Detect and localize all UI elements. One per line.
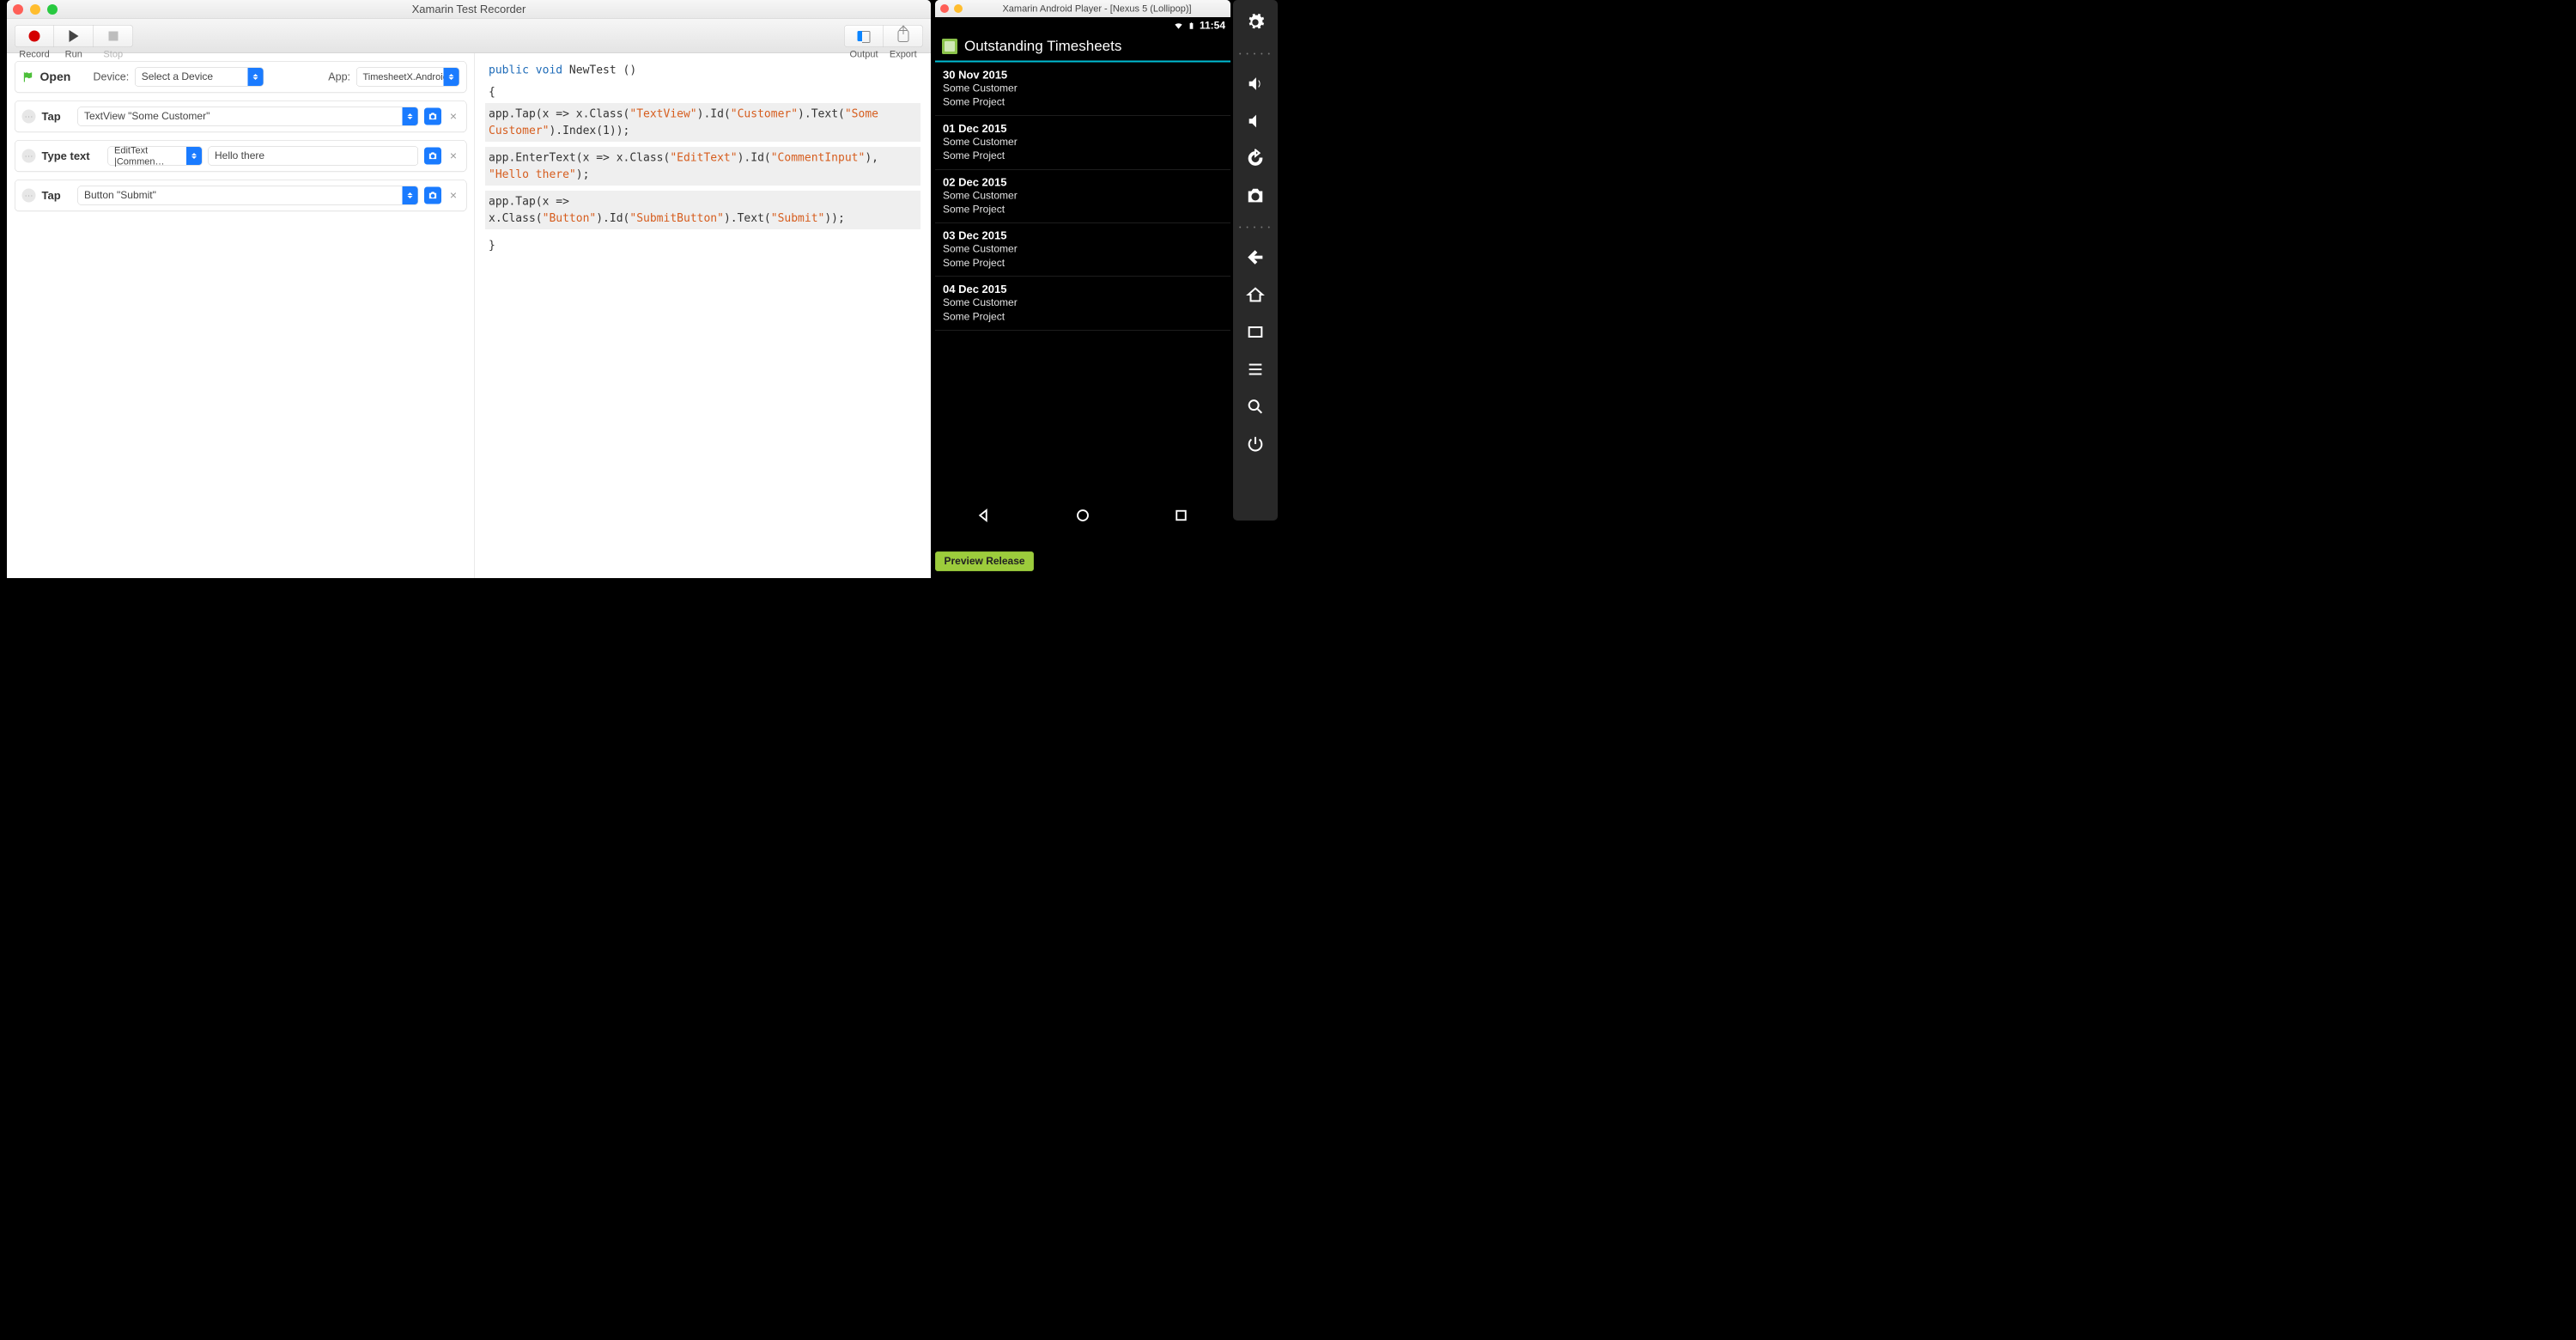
rotate-button[interactable]	[1246, 149, 1265, 170]
code-pane[interactable]: public void NewTest () { app.Tap(x => x.…	[475, 53, 931, 578]
app-title: Outstanding Timesheets	[964, 38, 1121, 55]
recorder-toolbar: Record Run Stop Output Export	[7, 19, 931, 53]
volume-up-button[interactable]	[1246, 75, 1265, 95]
step-selector[interactable]: EditText |Commen…	[108, 147, 203, 166]
wifi-icon	[1174, 21, 1183, 31]
separator-icon: • • • • •	[1239, 51, 1272, 58]
step-text-input[interactable]: Hello there	[209, 147, 418, 166]
step-handle-icon[interactable]: ⋯	[22, 189, 36, 203]
device-select[interactable]: Select a Device	[135, 68, 264, 87]
steps-pane: Open Device: Select a Device App: Timesh…	[7, 53, 475, 578]
delete-step-button[interactable]: ×	[447, 189, 459, 203]
preview-release-badge: Preview Release	[935, 551, 1034, 571]
window-minimize-icon[interactable]	[30, 4, 40, 15]
record-icon	[29, 30, 40, 41]
screenshot-button[interactable]	[424, 108, 441, 125]
list-item[interactable]: 01 Dec 2015 Some Customer Some Project	[935, 116, 1230, 169]
window-close-icon[interactable]	[13, 4, 23, 15]
search-button[interactable]	[1246, 398, 1265, 418]
list-item[interactable]: 04 Dec 2015 Some Customer Some Project	[935, 277, 1230, 330]
open-step: Open Device: Select a Device App: Timesh…	[15, 61, 467, 93]
app-select[interactable]: TimesheetX.Android…	[356, 68, 459, 87]
delete-step-button[interactable]: ×	[447, 110, 459, 124]
step-row: ⋯ Type text EditText |Commen… Hello ther…	[15, 140, 467, 172]
player-side-toolbar: • • • • • • • • • •	[1233, 0, 1278, 521]
step-row: ⋯ Tap Button "Submit" ×	[15, 180, 467, 211]
run-button[interactable]: Run	[54, 25, 94, 47]
step-action: Type text	[42, 149, 102, 163]
camera-button[interactable]	[1246, 186, 1265, 207]
window-minimize-icon[interactable]	[954, 4, 963, 13]
window-close-icon[interactable]	[940, 4, 949, 13]
nav-back-button[interactable]	[1246, 248, 1265, 269]
export-button[interactable]: Export	[884, 25, 923, 47]
stop-icon	[108, 31, 118, 40]
open-label: Open	[40, 70, 88, 84]
step-handle-icon[interactable]: ⋯	[22, 110, 36, 124]
recorder-window: Xamarin Test Recorder Record Run Stop	[7, 0, 931, 578]
device-screen[interactable]: 11:54 Outstanding Timesheets 30 Nov 2015…	[935, 17, 1230, 533]
output-icon	[858, 31, 871, 41]
timesheet-list[interactable]: 30 Nov 2015 Some Customer Some Project 0…	[935, 63, 1230, 499]
list-item[interactable]: 30 Nov 2015 Some Customer Some Project	[935, 63, 1230, 116]
volume-down-button[interactable]	[1246, 112, 1265, 132]
settings-button[interactable]	[1246, 13, 1265, 34]
nav-recents-button[interactable]	[1246, 323, 1265, 344]
power-button[interactable]	[1246, 435, 1265, 455]
battery-icon	[1188, 21, 1195, 31]
output-button[interactable]: Output	[844, 25, 884, 47]
recorder-titlebar: Xamarin Test Recorder	[7, 0, 931, 19]
nav-home-button[interactable]	[1246, 285, 1265, 306]
player-title: Xamarin Android Player - [Nexus 5 (Lolli…	[969, 3, 1225, 15]
android-player-window: Xamarin Android Player - [Nexus 5 (Lolli…	[935, 0, 1230, 533]
player-titlebar: Xamarin Android Player - [Nexus 5 (Lolli…	[935, 0, 1230, 17]
stop-button[interactable]: Stop	[94, 25, 133, 47]
device-label: Device:	[94, 70, 130, 83]
android-statusbar: 11:54	[935, 17, 1230, 34]
step-action: Tap	[42, 110, 72, 124]
record-button[interactable]: Record	[15, 25, 54, 47]
menu-button[interactable]	[1246, 360, 1265, 381]
recents-icon[interactable]	[1174, 508, 1189, 523]
step-handle-icon[interactable]: ⋯	[22, 149, 36, 163]
delete-step-button[interactable]: ×	[447, 149, 459, 163]
app-label: App:	[328, 70, 350, 83]
list-item[interactable]: 02 Dec 2015 Some Customer Some Project	[935, 169, 1230, 222]
screenshot-button[interactable]	[424, 148, 441, 165]
step-action: Tap	[42, 189, 72, 203]
step-selector[interactable]: Button "Submit"	[78, 186, 418, 205]
flag-icon	[22, 71, 34, 83]
step-row: ⋯ Tap TextView "Some Customer" ×	[15, 100, 467, 132]
android-navbar	[935, 498, 1230, 533]
app-header: Outstanding Timesheets	[935, 34, 1230, 63]
step-selector[interactable]: TextView "Some Customer"	[78, 107, 418, 126]
play-icon	[69, 30, 78, 42]
app-icon	[942, 39, 957, 54]
separator-icon: • • • • •	[1239, 224, 1272, 231]
home-icon[interactable]	[1075, 508, 1091, 523]
window-maximize-icon[interactable]	[47, 4, 58, 15]
list-item[interactable]: 03 Dec 2015 Some Customer Some Project	[935, 223, 1230, 277]
recorder-title: Xamarin Test Recorder	[7, 3, 931, 16]
screenshot-button[interactable]	[424, 187, 441, 204]
clock-label: 11:54	[1200, 20, 1225, 32]
back-icon[interactable]	[976, 508, 992, 523]
export-icon	[897, 30, 908, 42]
